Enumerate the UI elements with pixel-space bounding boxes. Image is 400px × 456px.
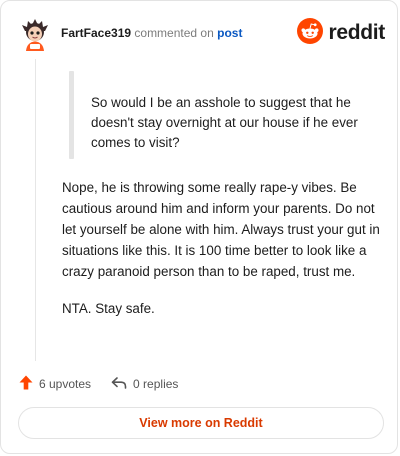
reddit-logo-icon <box>297 17 324 49</box>
user-avatar[interactable] <box>19 17 51 51</box>
comment-paragraph: NTA. Stay safe. <box>62 301 155 316</box>
comment-actions: 6 upvotes 0 replies <box>19 375 198 393</box>
comment-paragraph: Nope, he is throwing some really rape-y … <box>62 180 380 279</box>
quoted-text: So would I be an asshole to suggest that… <box>91 95 358 150</box>
embed-card: FartFace319 commented on post reddit So … <box>0 0 398 454</box>
comment-body: Nope, he is throwing some really rape-y … <box>62 177 380 335</box>
thread-line <box>35 59 36 361</box>
reply-button[interactable]: 0 replies <box>111 376 178 393</box>
upvote-arrow-icon <box>19 375 39 393</box>
reddit-brand[interactable]: reddit <box>297 17 385 49</box>
byline: FartFace319 commented on post <box>61 26 242 40</box>
byline-action-text: commented on <box>134 26 214 40</box>
comment-header: FartFace319 commented on post reddit <box>19 17 385 51</box>
view-more-button[interactable]: View more on Reddit <box>18 407 384 439</box>
quote-bar <box>69 71 74 159</box>
post-link[interactable]: post <box>217 26 242 40</box>
upvote-button[interactable]: 6 upvotes <box>19 375 91 393</box>
upvote-count: 6 upvotes <box>39 377 92 391</box>
reply-count: 0 replies <box>133 377 179 391</box>
reply-arrow-icon <box>111 376 133 393</box>
reddit-wordmark: reddit <box>328 21 385 44</box>
username-link[interactable]: FartFace319 <box>61 26 131 40</box>
